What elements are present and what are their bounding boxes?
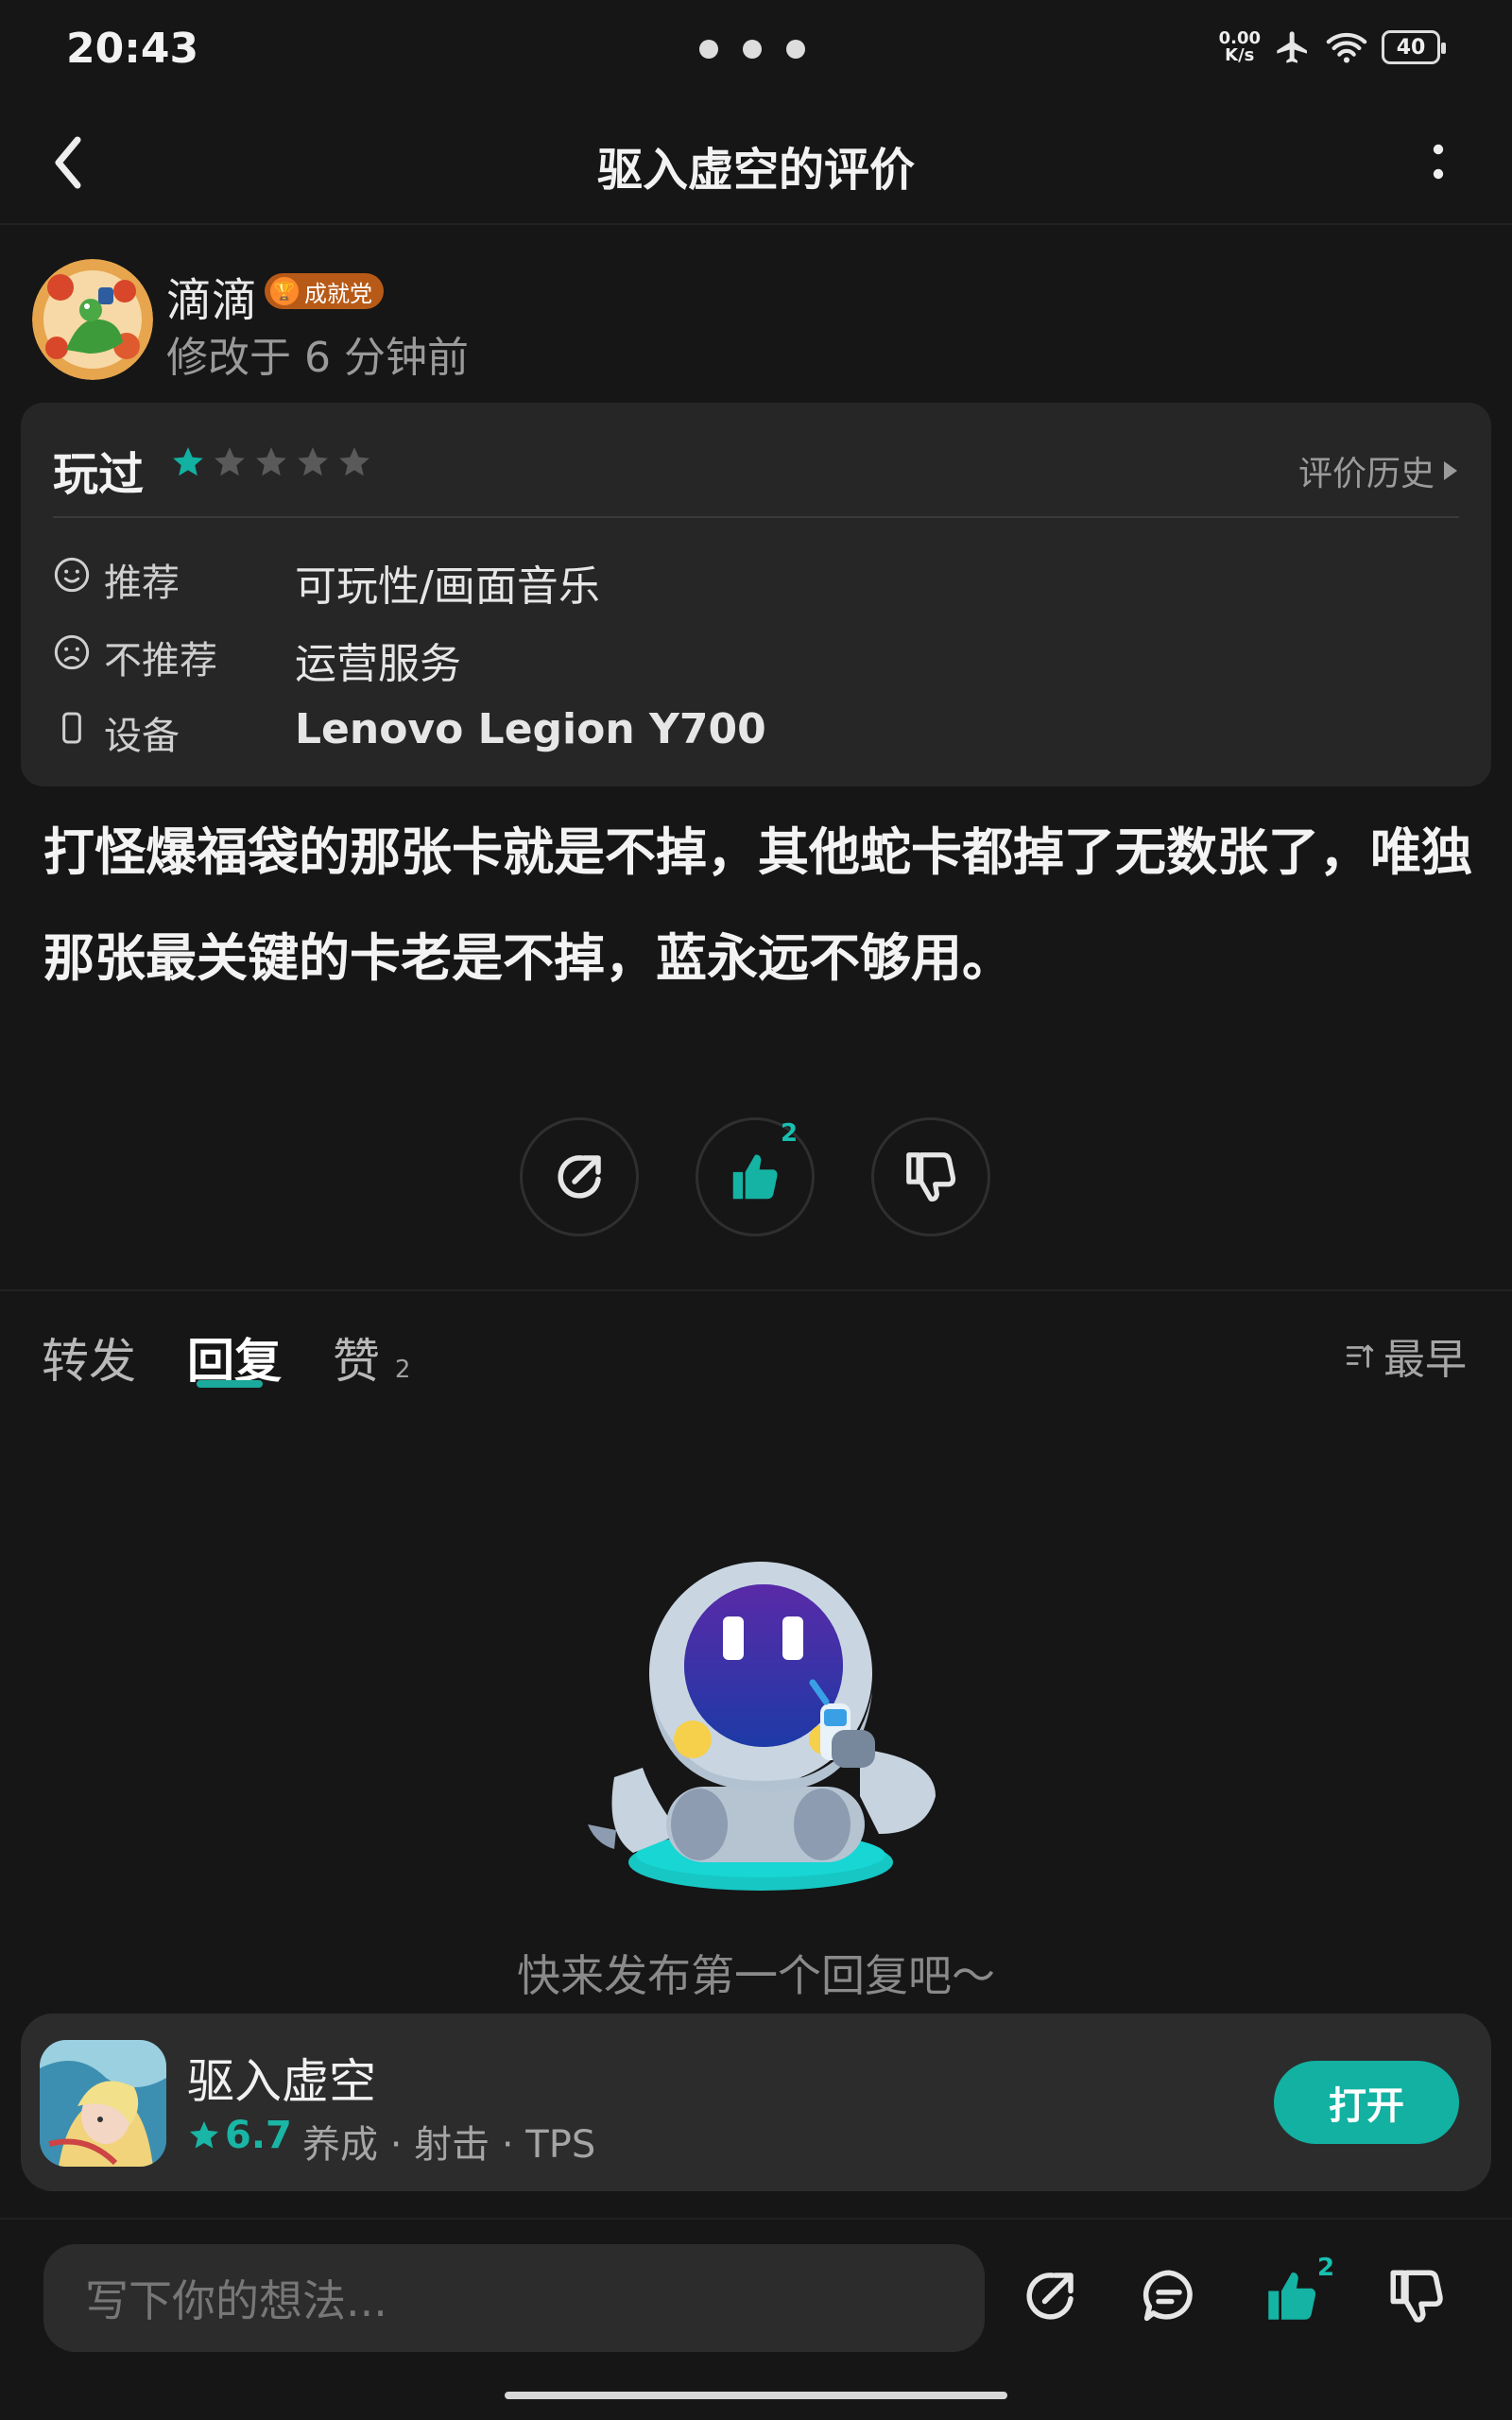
dislike-button[interactable]: [871, 1117, 990, 1236]
modified-time: 修改于 6 分钟前: [166, 334, 469, 382]
star-icon: [215, 447, 245, 476]
thumbs-down-icon[interactable]: [1385, 2265, 1448, 2327]
airplane-icon: [1277, 31, 1307, 63]
thumbs-up-icon: [732, 1154, 778, 1200]
recommend-label: 推荐: [104, 562, 180, 605]
sort-button[interactable]: 最早: [1344, 1325, 1467, 1386]
game-score: 6.7: [187, 2114, 292, 2157]
empty-reply-text: 快来发布第一个回复吧～: [517, 1950, 995, 2001]
wifi-icon: [1326, 32, 1367, 63]
game-tags: 养成 · 射击 · TPS: [302, 2123, 596, 2167]
achievement-badge[interactable]: 🏆 成就党: [265, 273, 384, 309]
status-time: 20:43: [66, 25, 199, 73]
played-label: 玩过: [53, 448, 145, 501]
thumbs-up-icon[interactable]: [1261, 2265, 1323, 2327]
rating-stars: [170, 444, 372, 480]
share-icon[interactable]: [1019, 2265, 1081, 2327]
card-divider: [53, 516, 1459, 518]
tab-forward[interactable]: 转发: [42, 1323, 136, 1392]
avatar[interactable]: [32, 259, 153, 380]
username[interactable]: 滴滴: [166, 263, 257, 329]
active-tab-indicator: [197, 1380, 263, 1388]
more-options-icon[interactable]: [1427, 142, 1450, 183]
device-value: Lenovo Legion Y700: [295, 705, 766, 753]
trophy-icon: 🏆: [270, 277, 299, 305]
star-icon: [173, 447, 203, 476]
thumbs-down-icon: [906, 1152, 956, 1202]
frown-icon: [54, 634, 90, 670]
comment-icon[interactable]: [1138, 2265, 1200, 2327]
caret-right-icon: [1444, 461, 1457, 480]
rating-history-link[interactable]: 评价历史: [1298, 446, 1457, 495]
not-recommend-label: 不推荐: [104, 639, 217, 683]
comment-input[interactable]: 写下你的想法...: [43, 2244, 985, 2352]
smile-icon: [54, 557, 90, 593]
status-icons: 0.00 K/s 40: [1218, 28, 1446, 66]
star-icon: [256, 447, 286, 476]
like-count: 2: [781, 1119, 799, 1148]
star-icon: [190, 2121, 218, 2149]
page-title: 驱入虚空的评价: [596, 144, 915, 197]
battery-indicator: 40: [1382, 30, 1446, 64]
game-icon[interactable]: [40, 2040, 166, 2167]
device-label: 设备: [104, 715, 180, 758]
open-game-button[interactable]: 打开: [1274, 2061, 1459, 2144]
bottom-like-count: 2: [1317, 2254, 1335, 2282]
sort-icon: [1346, 1344, 1374, 1368]
home-indicator[interactable]: [505, 2392, 1007, 2399]
tab-likes[interactable]: 赞 2: [333, 1323, 410, 1392]
robot-mascot-illustration: [588, 1562, 936, 1891]
not-recommend-value: 运营服务: [295, 640, 461, 688]
share-button[interactable]: [520, 1117, 639, 1236]
network-speed: 0.00 K/s: [1218, 28, 1261, 65]
likes-tab-count: 2: [394, 1356, 411, 1384]
star-icon: [298, 447, 328, 476]
bottom-divider: [0, 2218, 1512, 2220]
game-name[interactable]: 驱入虚空: [187, 2044, 376, 2112]
status-dots: [699, 40, 805, 59]
star-icon: [339, 447, 369, 476]
recommend-value: 可玩性/画面音乐: [295, 562, 600, 611]
review-text: 打怪爆福袋的那张卡就是不掉，其他蛇卡都掉了无数张了，唯独那张最关键的卡老是不掉，…: [43, 822, 1472, 988]
share-icon: [558, 1155, 601, 1199]
phone-icon: [62, 712, 81, 744]
header-divider: [0, 223, 1512, 225]
section-divider: [0, 1289, 1512, 1291]
